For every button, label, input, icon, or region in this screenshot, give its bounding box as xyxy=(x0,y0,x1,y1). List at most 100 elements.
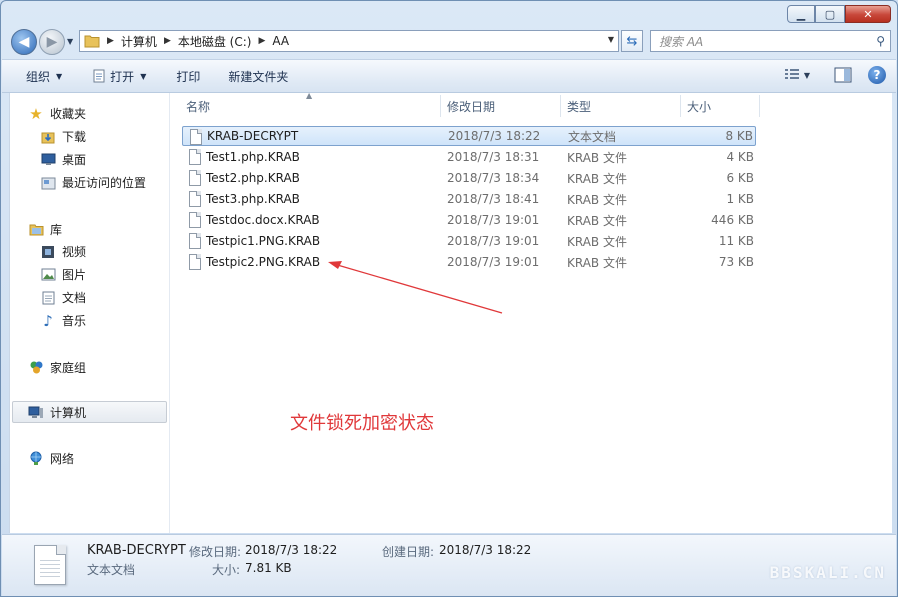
open-button[interactable]: 打开 ▼ xyxy=(84,64,154,88)
minimize-button[interactable]: ▁ xyxy=(787,5,815,23)
file-row[interactable]: Test2.php.KRAB 2018/7/3 18:34 KRAB 文件 6 … xyxy=(182,168,756,188)
search-icon[interactable]: ⚲ xyxy=(876,34,885,48)
nav-downloads[interactable]: 下载 xyxy=(40,128,86,145)
details-size-value: 7.81 KB xyxy=(245,561,292,575)
address-dropdown-icon[interactable]: ▼ xyxy=(608,35,614,44)
file-type: KRAB 文件 xyxy=(567,192,627,207)
nav-documents[interactable]: 文档 xyxy=(40,289,86,306)
file-type: KRAB 文件 xyxy=(567,171,627,186)
details-created-label: 创建日期: xyxy=(382,545,435,559)
breadcrumb-aa[interactable]: AA xyxy=(272,34,289,48)
column-divider[interactable] xyxy=(680,95,681,117)
nav-desktop-label: 桌面 xyxy=(62,153,87,167)
column-header-size[interactable]: 大小 xyxy=(683,93,759,119)
content-area: ★ 收藏夹 下载 桌面 最近访问的位置 库 视频 图片 文档 ♪ 音乐 家庭组 … xyxy=(9,91,892,533)
search-input[interactable]: 搜索 AA ⚲ xyxy=(650,30,891,52)
sort-ascending-icon: ▲ xyxy=(306,91,313,100)
chevron-right-icon[interactable]: ▶ xyxy=(107,36,114,46)
refresh-button[interactable]: ⇆ xyxy=(621,30,643,52)
file-size: 6 KB xyxy=(726,171,754,185)
view-options-icon[interactable] xyxy=(784,68,800,82)
nav-pictures-label: 图片 xyxy=(62,268,87,282)
recent-pages-dropdown[interactable]: ▼ xyxy=(67,37,73,46)
file-name: Test3.php.KRAB xyxy=(206,192,300,206)
nav-desktop[interactable]: 桌面 xyxy=(40,151,86,168)
details-pane: KRAB-DECRYPT 文本文档 修改日期: 2018/7/3 18:22 大… xyxy=(2,534,896,596)
chevron-down-icon: ▼ xyxy=(140,71,147,81)
navigation-pane: ★ 收藏夹 下载 桌面 最近访问的位置 库 视频 图片 文档 ♪ 音乐 家庭组 … xyxy=(10,93,170,533)
details-created-value: 2018/7/3 18:22 xyxy=(439,543,532,557)
column-divider[interactable] xyxy=(560,95,561,117)
large-text-file-icon xyxy=(34,545,66,585)
file-row[interactable]: Testpic1.PNG.KRAB 2018/7/3 19:01 KRAB 文件… xyxy=(182,231,756,251)
blank-file-icon xyxy=(189,170,201,186)
file-size: 11 KB xyxy=(718,234,754,248)
column-divider[interactable] xyxy=(759,95,760,117)
column-header-date[interactable]: 修改日期 xyxy=(443,93,561,119)
print-label: 打印 xyxy=(176,69,201,84)
nav-videos[interactable]: 视频 xyxy=(40,243,86,260)
close-button[interactable]: ✕ xyxy=(845,5,891,23)
star-icon: ★ xyxy=(29,104,43,123)
address-bar[interactable]: ▶ 计算机 ▶ 本地磁盘 (C:) ▶ AA ▼ xyxy=(79,30,619,52)
nav-recent-places[interactable]: 最近访问的位置 xyxy=(40,174,146,191)
new-folder-button[interactable]: 新建文件夹 xyxy=(220,64,296,88)
chevron-right-icon[interactable]: ▶ xyxy=(258,36,265,46)
column-header-name[interactable]: 名称 ▲ xyxy=(182,91,440,119)
command-bar: 组织 ▼ 打开 ▼ 打印 新建文件夹 ▼ ? xyxy=(2,59,896,93)
recent-places-icon xyxy=(40,175,56,191)
toolbar-right: ▼ ? xyxy=(784,66,886,84)
nav-favorites[interactable]: ★ 收藏夹 xyxy=(28,104,86,123)
downloads-folder-icon xyxy=(40,129,56,145)
file-row[interactable]: Test3.php.KRAB 2018/7/3 18:41 KRAB 文件 1 … xyxy=(182,189,756,209)
nav-music[interactable]: ♪ 音乐 xyxy=(40,311,87,330)
view-dropdown-icon[interactable]: ▼ xyxy=(804,71,810,80)
file-row[interactable]: Test1.php.KRAB 2018/7/3 18:31 KRAB 文件 4 … xyxy=(182,147,756,167)
computer-icon xyxy=(28,405,44,421)
chevron-right-icon[interactable]: ▶ xyxy=(164,36,171,46)
open-label: 打开 xyxy=(110,69,135,84)
details-modified-value: 2018/7/3 18:22 xyxy=(245,543,338,557)
text-file-icon xyxy=(190,129,202,145)
breadcrumb-local-disk[interactable]: 本地磁盘 (C:) xyxy=(178,33,252,50)
file-row[interactable]: Testdoc.docx.KRAB 2018/7/3 19:01 KRAB 文件… xyxy=(182,210,756,230)
column-divider[interactable] xyxy=(440,95,441,117)
back-button[interactable]: ◀ xyxy=(11,29,37,55)
nav-computer[interactable]: 计算机 xyxy=(28,404,86,421)
nav-homegroup[interactable]: 家庭组 xyxy=(28,359,86,376)
file-row-krab-decrypt[interactable]: KRAB-DECRYPT 2018/7/3 18:22 文本文档 8 KB xyxy=(182,126,756,146)
organize-button[interactable]: 组织 ▼ xyxy=(18,64,70,88)
column-name-label: 名称 xyxy=(186,99,211,114)
column-header-type[interactable]: 类型 xyxy=(563,93,681,119)
forward-button[interactable]: ▶ xyxy=(39,29,65,55)
file-size: 8 KB xyxy=(725,129,753,143)
help-icon[interactable]: ? xyxy=(868,66,886,84)
nav-homegroup-label: 家庭组 xyxy=(50,361,87,375)
file-name: Testpic1.PNG.KRAB xyxy=(206,234,321,248)
homegroup-icon xyxy=(28,360,44,376)
maximize-button[interactable]: ▢ xyxy=(815,5,845,23)
nav-libraries[interactable]: 库 xyxy=(28,221,62,238)
notepad-icon xyxy=(93,69,105,83)
print-button[interactable]: 打印 xyxy=(168,64,208,88)
music-icon: ♪ xyxy=(43,311,53,330)
file-name: Test2.php.KRAB xyxy=(206,171,300,185)
nav-network[interactable]: 网络 xyxy=(28,450,74,467)
file-type: KRAB 文件 xyxy=(567,234,627,249)
nav-pictures[interactable]: 图片 xyxy=(40,266,86,283)
file-size: 446 KB xyxy=(711,213,754,227)
nav-music-label: 音乐 xyxy=(62,314,87,328)
blank-file-icon xyxy=(189,233,201,249)
desktop-icon xyxy=(40,152,56,168)
blank-file-icon xyxy=(189,254,201,270)
picture-icon xyxy=(40,267,56,283)
preview-pane-icon[interactable] xyxy=(834,67,852,83)
file-date: 2018/7/3 18:31 xyxy=(447,150,540,164)
file-type: KRAB 文件 xyxy=(567,150,627,165)
breadcrumb-computer[interactable]: 计算机 xyxy=(121,33,157,50)
back-arrow-icon: ◀ xyxy=(18,34,30,50)
network-icon xyxy=(28,451,44,467)
nav-computer-label: 计算机 xyxy=(50,406,87,420)
file-name: Testdoc.docx.KRAB xyxy=(206,213,320,227)
window-controls: ▁ ▢ ✕ xyxy=(787,5,891,23)
